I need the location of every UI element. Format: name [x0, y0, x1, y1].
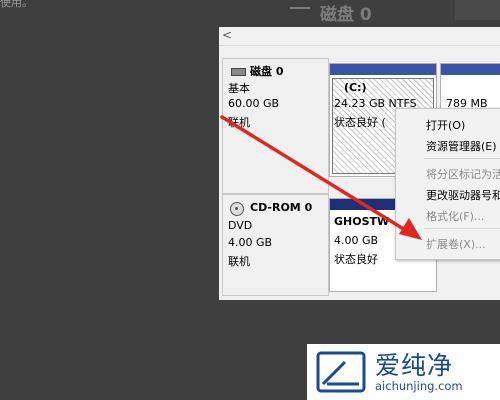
annotation-arrow: [220, 115, 422, 240]
brand-url: aichunjing.com: [375, 379, 463, 393]
brand-name: 爱纯净: [375, 351, 454, 380]
arrow-shaft: [220, 115, 412, 235]
brand-logo-icon: [316, 351, 366, 393]
arrow-head: [399, 218, 422, 240]
watermark-logo: 爱纯净 aichunjing.com: [307, 344, 500, 400]
